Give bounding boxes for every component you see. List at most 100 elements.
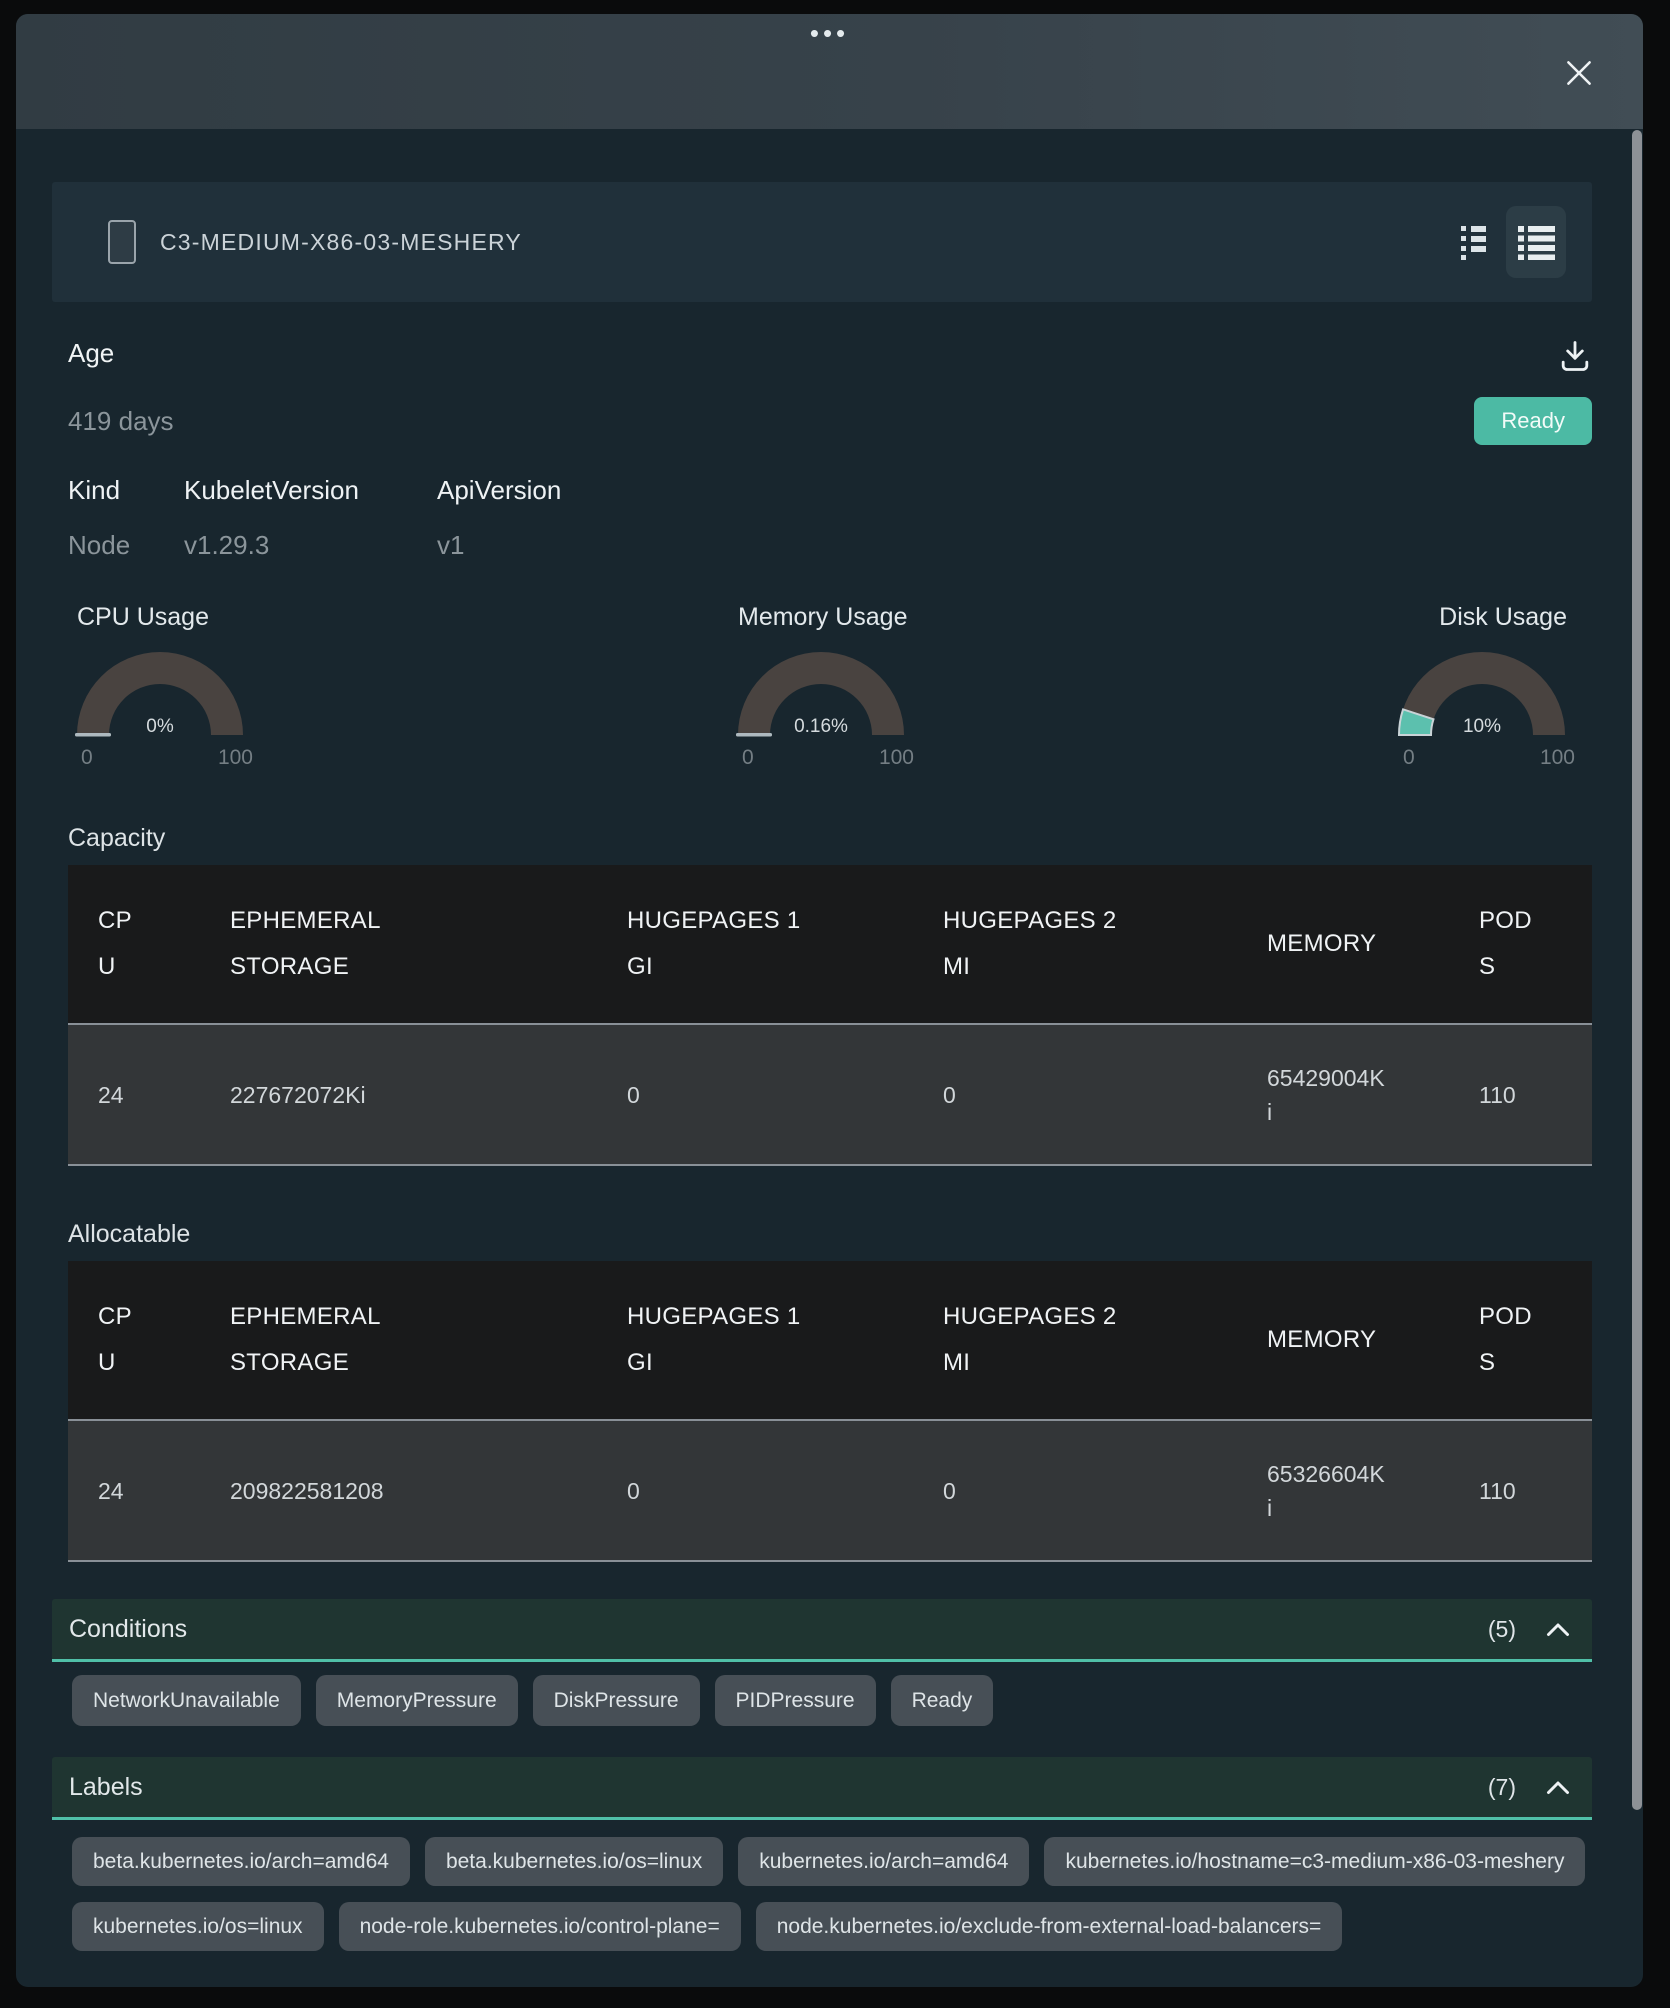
table-data-cell: 227672072Ki: [200, 1025, 597, 1164]
scrollbar-thumb[interactable]: [1632, 130, 1642, 1810]
conditions-title: Conditions: [69, 1615, 187, 1644]
table-data-cell: 0: [913, 1025, 1237, 1164]
table-data-cell: 110: [1449, 1025, 1592, 1164]
label-chip: node-role.kubernetes.io/control-plane=: [339, 1902, 741, 1951]
table-data-cell: 0: [597, 1025, 913, 1164]
disk-usage-percent: 10%: [1399, 716, 1565, 738]
modal-header: •••: [16, 14, 1643, 129]
age-label: Age: [68, 338, 114, 369]
table-header-cell: HUGEPAGES 1 GI: [597, 865, 913, 1023]
table-data-cell: 65429004Ki: [1237, 1025, 1449, 1164]
gauge-min-label: 0: [1403, 746, 1415, 770]
age-row: Age: [52, 338, 1592, 377]
condition-chip: Ready: [891, 1675, 994, 1726]
disk-gauge-arc: 10%: [1399, 652, 1565, 738]
age-value: 419 days: [68, 406, 174, 437]
table-header-cell: EPHEMERAL STORAGE: [200, 1261, 597, 1419]
conditions-chip-list: NetworkUnavailableMemoryPressureDiskPres…: [52, 1675, 1592, 1726]
table-header-cell: CPU: [68, 865, 200, 1023]
gauge-max-label: 100: [1540, 746, 1575, 770]
labels-count: (7): [1488, 1774, 1516, 1801]
labels-section-header[interactable]: Labels (7): [52, 1757, 1592, 1820]
node-select-checkbox[interactable]: [108, 220, 136, 264]
labels-collapse-button[interactable]: [1546, 1780, 1570, 1795]
labels-chip-list: beta.kubernetes.io/arch=amd64 beta.kubern…: [52, 1837, 1592, 1951]
memory-gauge-arc: 0.16%: [738, 652, 904, 738]
kind-label: Kind: [68, 475, 184, 506]
node-details-content: C3-MEDIUM-X86-03-MESHERY: [52, 182, 1592, 1951]
resource-meta-values: Node v1.29.3 v1: [52, 530, 1592, 561]
table-header-cell: CPU: [68, 1261, 200, 1419]
table-data-cell: 110: [1449, 1421, 1592, 1560]
usage-gauges: CPU Usage 0% 0 100 Me: [52, 603, 1592, 770]
allocatable-section-title: Allocatable: [52, 1220, 1592, 1249]
table-data-cell: 0: [597, 1421, 913, 1560]
table-header-cell: MEMORY: [1237, 865, 1449, 1023]
label-chip: beta.kubernetes.io/os=linux: [425, 1837, 723, 1886]
api-version-value: v1: [437, 530, 1592, 561]
table-header-cell: HUGEPAGES 2 MI: [913, 865, 1237, 1023]
download-button[interactable]: [1558, 338, 1592, 377]
age-value-row: 419 days Ready: [52, 397, 1592, 445]
table-data-row: 242098225812080065326604Ki110: [68, 1421, 1592, 1560]
allocatable-table: CPUEPHEMERAL STORAGEHUGEPAGES 1 GIHUGEPA…: [68, 1261, 1592, 1562]
cpu-usage-title: CPU Usage: [77, 603, 245, 632]
chevron-up-icon: [1546, 1780, 1570, 1795]
cpu-usage-gauge: CPU Usage 0% 0 100: [77, 603, 245, 770]
label-chip: node.kubernetes.io/exclude-from-external…: [756, 1902, 1343, 1951]
label-chip: beta.kubernetes.io/arch=amd64: [72, 1837, 410, 1886]
memory-usage-percent: 0.16%: [738, 716, 904, 738]
memory-usage-gauge: Memory Usage 0.16% 0 100: [738, 603, 906, 770]
table-data-cell: 209822581208: [200, 1421, 597, 1560]
label-chip: kubernetes.io/os=linux: [72, 1902, 324, 1951]
conditions-section-header[interactable]: Conditions (5): [52, 1599, 1592, 1662]
table-data-cell: 24: [68, 1025, 200, 1164]
table-data-cell: 24: [68, 1421, 200, 1560]
api-version-label: ApiVersion: [437, 475, 1592, 506]
modal-scroll-area[interactable]: C3-MEDIUM-X86-03-MESHERY: [16, 129, 1643, 1987]
gauge-max-label: 100: [218, 746, 253, 770]
memory-usage-title: Memory Usage: [738, 603, 906, 632]
resource-meta-labels: Kind KubeletVersion ApiVersion: [52, 475, 1592, 506]
status-badge: Ready: [1474, 397, 1592, 445]
table-header-cell: HUGEPAGES 2 MI: [913, 1261, 1237, 1419]
conditions-count: (5): [1488, 1616, 1516, 1643]
gauge-max-label: 100: [879, 746, 914, 770]
close-button[interactable]: [1557, 52, 1601, 96]
kubelet-version-label: KubeletVersion: [184, 475, 437, 506]
node-card-header: C3-MEDIUM-X86-03-MESHERY: [52, 182, 1592, 302]
drag-handle-dots[interactable]: •••: [16, 18, 1643, 49]
labels-title: Labels: [69, 1773, 143, 1802]
view-toggle-group: [1461, 206, 1566, 278]
gauge-min-label: 0: [81, 746, 93, 770]
table-header-cell: EPHEMERAL STORAGE: [200, 865, 597, 1023]
table-header-cell: HUGEPAGES 1 GI: [597, 1261, 913, 1419]
kubelet-version-value: v1.29.3: [184, 530, 437, 561]
table-header-cell: PODS: [1449, 1261, 1592, 1419]
table-header-cell: PODS: [1449, 865, 1592, 1023]
label-chip: kubernetes.io/arch=amd64: [738, 1837, 1029, 1886]
download-icon: [1558, 338, 1592, 374]
table-header-row: CPUEPHEMERAL STORAGEHUGEPAGES 1 GIHUGEPA…: [68, 1261, 1592, 1421]
condition-chip: NetworkUnavailable: [72, 1675, 301, 1726]
kind-value: Node: [68, 530, 184, 561]
compact-list-icon: [1461, 224, 1488, 261]
table-data-cell: 0: [913, 1421, 1237, 1560]
detail-list-icon: [1518, 225, 1555, 260]
table-data-cell: 65326604Ki: [1237, 1421, 1449, 1560]
chevron-up-icon: [1546, 1622, 1570, 1637]
label-chip: kubernetes.io/hostname=c3-medium-x86-03-…: [1044, 1837, 1585, 1886]
capacity-section-title: Capacity: [52, 824, 1592, 853]
condition-chip: PIDPressure: [715, 1675, 876, 1726]
disk-usage-gauge: Disk Usage 10% 0 100: [1399, 603, 1567, 770]
node-details-modal: ••• C3-MEDIUM-X86-03-MESHERY: [16, 14, 1643, 1987]
close-icon: [1562, 56, 1596, 90]
detail-view-button[interactable]: [1506, 206, 1566, 278]
table-header-row: CPUEPHEMERAL STORAGEHUGEPAGES 1 GIHUGEPA…: [68, 865, 1592, 1025]
condition-chip: MemoryPressure: [316, 1675, 518, 1726]
table-header-cell: MEMORY: [1237, 1261, 1449, 1419]
table-data-row: 24227672072Ki0065429004Ki110: [68, 1025, 1592, 1164]
disk-usage-title: Disk Usage: [1399, 603, 1567, 632]
compact-view-button[interactable]: [1461, 224, 1488, 261]
conditions-collapse-button[interactable]: [1546, 1622, 1570, 1637]
